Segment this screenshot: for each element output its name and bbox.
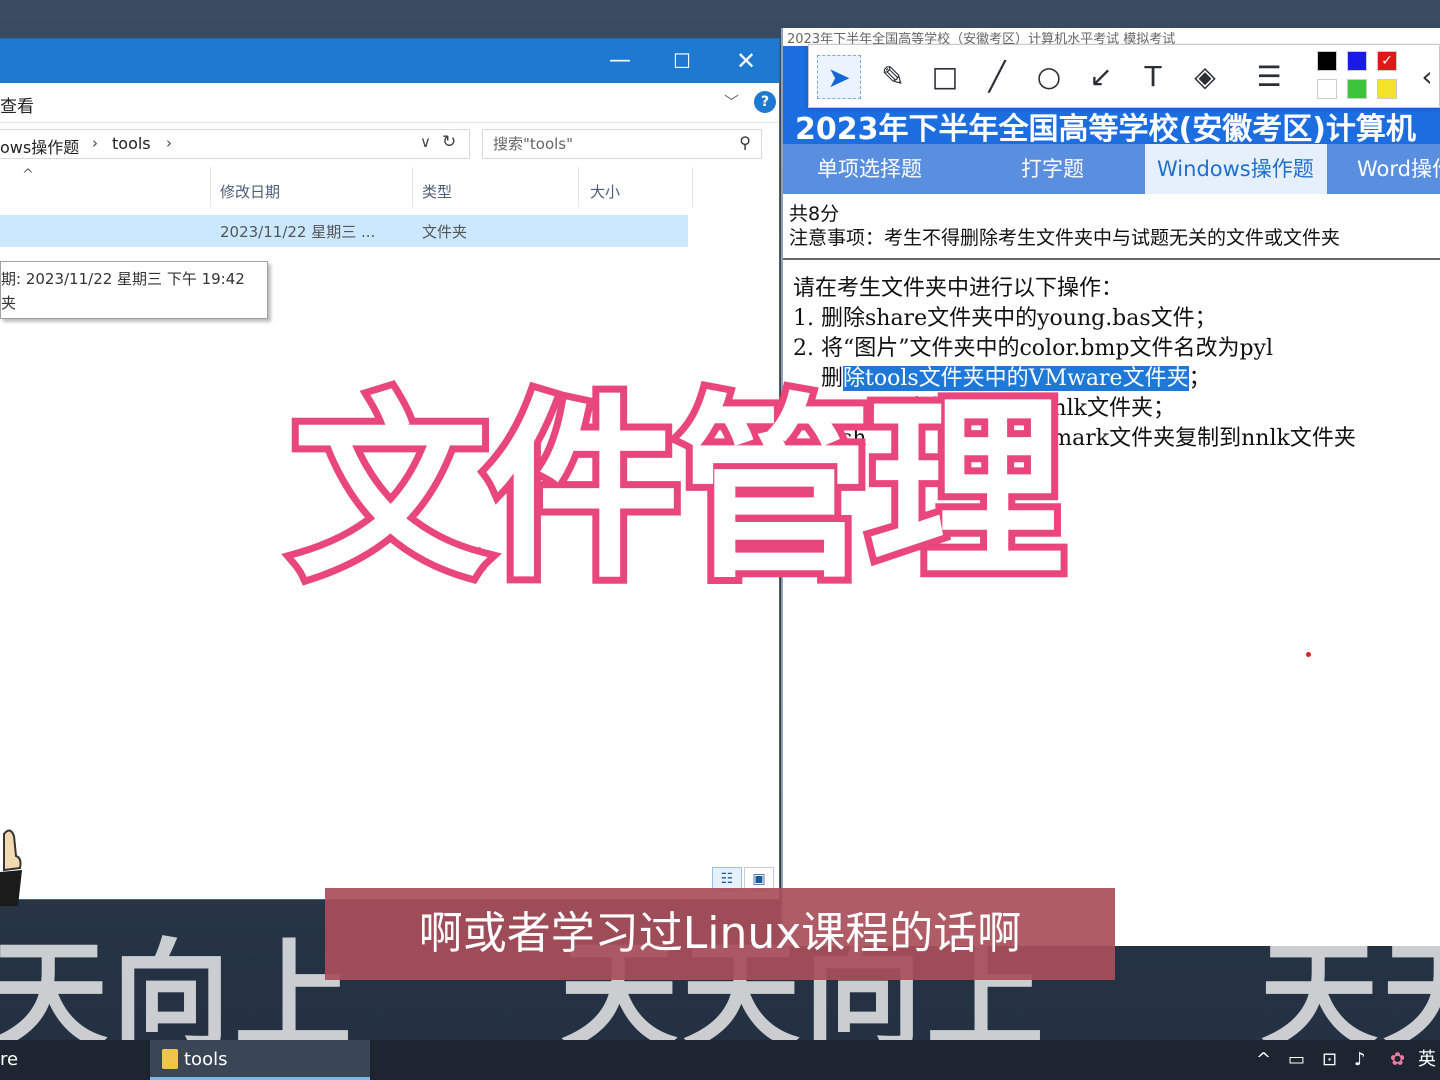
file-row-vmware[interactable]: 2023/11/22 星期三 ... 文件夹	[0, 215, 688, 247]
rectangle-icon[interactable]: □	[923, 55, 967, 99]
exam-banner-title: 2023年下半年全国高等学校(安徽考区)计算机	[795, 112, 1416, 144]
battery-icon[interactable]: ▭	[1288, 1040, 1305, 1080]
pointer-icon[interactable]: ➤	[817, 55, 861, 99]
address-bar[interactable]: ows操作题 › tools › ∨ ↻	[0, 129, 470, 159]
help-icon[interactable]: ?	[754, 91, 776, 113]
exam-tabs: 单项选择题 打字题 Windows操作题 Word操作	[783, 144, 1440, 194]
color-white-swatch[interactable]	[1317, 79, 1337, 99]
video-subtitle: 啊或者学习过Linux课程的话啊	[325, 888, 1115, 980]
address-row: ows操作题 › tools › ∨ ↻ ⚲	[0, 123, 779, 167]
taskbar-item-tools[interactable]: tools	[150, 1040, 370, 1080]
tab-single-choice[interactable]: 单项选择题	[805, 144, 934, 194]
tooltip-type: 夹	[1, 294, 17, 312]
explorer-ribbon: 查看 ﹀ ?	[0, 83, 779, 123]
chevron-up-icon[interactable]: ^	[1256, 1040, 1271, 1080]
column-divider[interactable]	[412, 167, 413, 207]
ime-flower-icon[interactable]: ✿	[1390, 1040, 1405, 1080]
explorer-titlebar[interactable]: — ☐ ✕	[0, 39, 779, 83]
refresh-icon[interactable]: ↻	[442, 132, 456, 152]
breadcrumb-separator-icon[interactable]: ›	[166, 134, 172, 152]
column-divider[interactable]	[210, 167, 211, 207]
column-header: ^ 修改日期 类型 大小	[0, 167, 779, 215]
cursor-dot	[1306, 652, 1311, 657]
chevron-down-icon[interactable]: ∨	[420, 133, 431, 151]
taskbar: re tools ^ ▭ ⊡ ♪ ✿ 英	[0, 1040, 1440, 1080]
annotation-toolbar: ➤ ✎ □ ╱ ○ ↙ T ◈ ☰ ✓ ‹	[808, 44, 1440, 108]
column-divider[interactable]	[578, 167, 579, 207]
notice-text: 注意事项：考生不得删除考生文件夹中与试题无关的文件或文件夹	[789, 227, 1341, 249]
tab-typing[interactable]: 打字题	[1009, 144, 1096, 194]
column-type[interactable]: 类型	[422, 181, 452, 202]
color-red-swatch-selected[interactable]: ✓	[1377, 51, 1397, 71]
search-icon[interactable]: ⚲	[739, 133, 751, 152]
ime-language-indicator[interactable]: 英	[1418, 1040, 1436, 1080]
collapse-toolbar-icon[interactable]: ‹	[1413, 55, 1440, 99]
file-date: 2023/11/22 星期三 ...	[220, 223, 376, 241]
minimize-button[interactable]: —	[590, 39, 650, 83]
pen-icon[interactable]: ✎	[871, 55, 915, 99]
arrow-icon[interactable]: ↙	[1079, 55, 1123, 99]
question-step-1: 1. 删除share文件夹中的young.bas文件；	[793, 306, 1217, 331]
network-icon[interactable]: ⊡	[1322, 1040, 1337, 1080]
text-icon[interactable]: T	[1131, 55, 1175, 99]
score-text: 共8分	[789, 203, 840, 225]
color-blue-swatch[interactable]	[1347, 51, 1367, 71]
file-type: 文件夹	[422, 223, 468, 241]
folder-icon	[162, 1049, 178, 1069]
question-intro: 请在考生文件夹中进行以下操作：	[793, 276, 1124, 301]
sort-up-icon: ^	[22, 167, 34, 183]
circle-icon[interactable]: ○	[1027, 55, 1071, 99]
tooltip-date: 期: 2023/11/22 星期三 下午 19:42	[1, 270, 245, 288]
search-input[interactable]	[483, 130, 723, 158]
taskbar-item-label: tools	[184, 1049, 228, 1070]
step-3-suffix: ；	[1188, 366, 1211, 391]
maximize-button[interactable]: ☐	[652, 39, 712, 83]
tab-word[interactable]: Word操作	[1345, 144, 1440, 194]
wallpaper-stroke-left: 天向上	[0, 926, 357, 1040]
color-green-swatch[interactable]	[1347, 79, 1367, 99]
column-size[interactable]: 大小	[590, 181, 620, 202]
breadcrumb-separator-icon[interactable]: ›	[92, 134, 98, 152]
overlay-title: 文件管理	[285, 368, 1071, 612]
search-box: ⚲	[482, 129, 762, 159]
breadcrumb-tools[interactable]: tools	[112, 134, 151, 153]
eraser-icon[interactable]: ◈	[1183, 55, 1227, 99]
volume-icon[interactable]: ♪	[1354, 1040, 1366, 1080]
line-icon[interactable]: ╱	[975, 55, 1019, 99]
question-step-2: 2. 将“图片”文件夹中的color.bmp文件名改为pyl	[793, 336, 1273, 361]
ribbon-tab-view[interactable]: 查看	[0, 92, 34, 117]
chevron-down-icon[interactable]: ﹀	[724, 91, 739, 112]
color-yellow-swatch[interactable]	[1377, 79, 1397, 99]
file-tooltip: 期: 2023/11/22 星期三 下午 19:42 夹	[0, 261, 268, 319]
exam-info: 共8分 注意事项：考生不得删除考生文件夹中与试题无关的文件或文件夹	[783, 194, 1440, 260]
column-date[interactable]: 修改日期	[220, 181, 280, 202]
taskbar-item-previous[interactable]: re	[0, 1040, 142, 1080]
close-button[interactable]: ✕	[716, 39, 776, 83]
color-black-swatch[interactable]	[1317, 51, 1337, 71]
breadcrumb-windows[interactable]: ows操作题	[0, 134, 79, 158]
line-width-icon[interactable]: ☰	[1247, 55, 1291, 99]
column-divider[interactable]	[692, 167, 693, 207]
tab-windows[interactable]: Windows操作题	[1145, 144, 1327, 194]
thumbs-up-cartoon-icon	[0, 829, 22, 906]
